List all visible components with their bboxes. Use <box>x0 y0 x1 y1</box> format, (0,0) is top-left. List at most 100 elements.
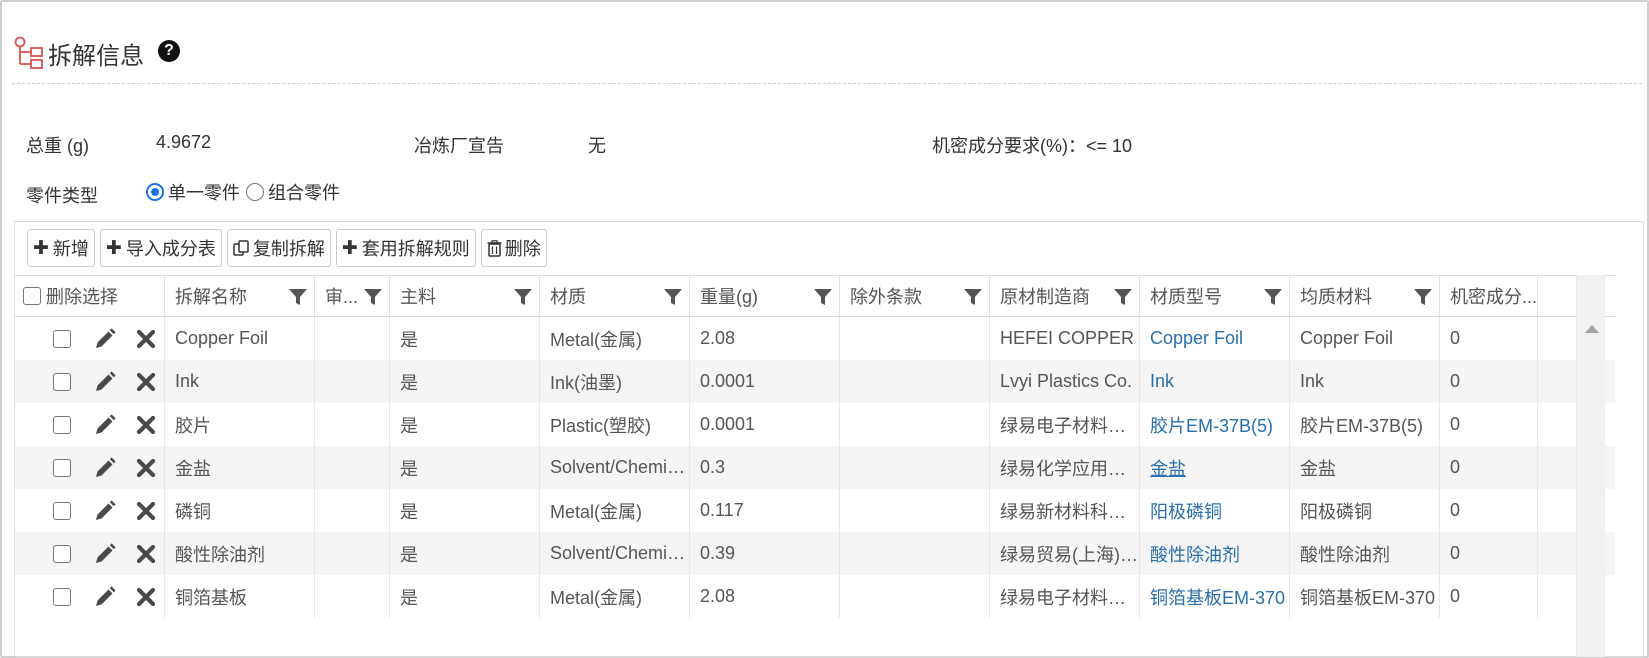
pencil-icon[interactable] <box>93 585 117 609</box>
header-secret[interactable]: 机密成分... <box>1440 276 1538 316</box>
cell-name-text: 铜箔基板 <box>175 587 247 608</box>
row-checkbox[interactable] <box>53 458 71 477</box>
filter-icon[interactable] <box>513 287 533 307</box>
cell-maker: 绿易电子材料有限公司 <box>990 403 1140 446</box>
cell-model-text[interactable]: Ink <box>1150 371 1174 392</box>
cell-main-material: 是 <box>390 360 540 403</box>
delete-button[interactable]: 删除 <box>480 229 547 267</box>
cell-model-text[interactable]: Copper Foil <box>1150 328 1243 349</box>
copy-disassembly-button[interactable]: 复制拆解 <box>226 229 331 267</box>
header-homogeneous[interactable]: 均质材料 <box>1290 276 1440 316</box>
copy-icon <box>233 239 249 256</box>
cell-model-text[interactable]: 铜箔基板EM-370 <box>1150 584 1285 610</box>
cell-weight-text: 0.0001 <box>700 414 756 434</box>
filter-icon[interactable] <box>663 287 683 307</box>
cell-name-text: 金盐 <box>175 458 211 479</box>
row-checkbox[interactable] <box>53 329 71 348</box>
cell-exclusion <box>840 532 990 575</box>
header-review[interactable]: 审... <box>315 276 390 316</box>
total-weight-value: 4.9672 <box>156 132 212 152</box>
cell-model-text[interactable]: 酸性除油剂 <box>1150 541 1240 567</box>
pencil-icon[interactable] <box>93 456 117 480</box>
table-row: 酸性除油剂是Solvent/Chemical0.39绿易贸易(上海)有限公司酸性… <box>15 532 1615 575</box>
cell-material-text: Solvent/Chemical <box>550 457 689 477</box>
cell-actions <box>15 489 165 532</box>
cell-homogeneous-text: 铜箔基板EM-370 <box>1300 587 1436 608</box>
close-icon[interactable] <box>135 543 157 565</box>
vertical-scrollbar[interactable] <box>1576 275 1605 657</box>
cell-model[interactable]: Ink <box>1140 360 1290 403</box>
cell-secret-text: 0 <box>1450 328 1461 348</box>
pencil-icon[interactable] <box>93 499 117 523</box>
cell-secret: 0 <box>1440 489 1538 532</box>
help-icon[interactable]: ? <box>158 40 180 62</box>
add-button[interactable]: ✚ 新增 <box>27 229 95 267</box>
close-icon[interactable] <box>135 457 157 479</box>
cell-secret: 0 <box>1440 446 1538 489</box>
header-material[interactable]: 材质 <box>540 276 690 316</box>
cell-model[interactable]: 胶片EM-37B(5) <box>1140 403 1290 446</box>
cell-model-text[interactable]: 金盐 <box>1150 455 1186 481</box>
close-icon[interactable] <box>135 414 157 436</box>
table-row: Ink 是 Ink(油墨) 0.0001 Lvyi Plastics Co. Ink Ink… <box>15 360 1615 403</box>
import-composition-button[interactable]: ✚ 导入成分表 <box>99 229 222 267</box>
cell-exclusion <box>840 489 990 532</box>
cell-homogeneous: 胶片EM-37B(5) <box>1290 403 1440 446</box>
header-label: 材质 <box>550 287 586 307</box>
cell-secret: 0 <box>1440 317 1538 360</box>
pencil-icon[interactable] <box>93 327 117 351</box>
header-maker[interactable]: 原材制造商 <box>990 276 1140 316</box>
header-weight[interactable]: 重量(g) <box>690 276 840 316</box>
part-type-radio-group: 单一零件 组合零件 <box>146 178 346 206</box>
apply-rule-button[interactable]: ✚ 套用拆解规则 <box>335 229 476 267</box>
cell-weight: 0.39 <box>690 532 840 575</box>
row-checkbox[interactable] <box>53 544 71 563</box>
header-exclusion[interactable]: 除外条款 <box>840 276 990 316</box>
cell-weight: 0.0001 <box>690 403 840 446</box>
cell-material-text: Metal(金属) <box>550 587 643 608</box>
close-icon[interactable] <box>135 371 157 393</box>
row-checkbox[interactable] <box>53 587 71 606</box>
radio-combined-part[interactable] <box>246 183 264 201</box>
row-checkbox[interactable] <box>53 501 71 520</box>
cell-name: 磷铜 <box>165 489 315 532</box>
filter-icon[interactable] <box>1113 287 1133 307</box>
pencil-icon[interactable] <box>93 542 117 566</box>
filter-icon[interactable] <box>813 287 833 307</box>
close-icon[interactable] <box>135 328 157 350</box>
close-icon[interactable] <box>135 586 157 608</box>
row-checkbox[interactable] <box>53 372 71 391</box>
cell-model-text[interactable]: 胶片EM-37B(5) <box>1150 412 1273 438</box>
cell-exclusion <box>840 575 990 618</box>
pencil-icon[interactable] <box>93 413 117 437</box>
cell-model[interactable]: 金盐 <box>1140 446 1290 489</box>
cell-model-text[interactable]: 阳极磷铜 <box>1150 498 1222 524</box>
radio-single-part[interactable] <box>146 183 164 201</box>
cell-weight: 2.08 <box>690 317 840 360</box>
header-label: 删除选择 <box>46 287 118 307</box>
filter-icon[interactable] <box>363 287 383 307</box>
cell-main-material: 是 <box>390 489 540 532</box>
cell-model[interactable]: 阳极磷铜 <box>1140 489 1290 532</box>
filter-icon[interactable] <box>963 287 983 307</box>
cell-secret-text: 0 <box>1450 500 1461 520</box>
row-checkbox[interactable] <box>53 415 71 434</box>
pencil-icon[interactable] <box>93 370 117 394</box>
select-all-checkbox[interactable] <box>23 287 41 305</box>
cell-name: Copper Foil <box>165 317 315 360</box>
filter-icon[interactable] <box>288 287 308 307</box>
filter-icon[interactable] <box>1413 287 1433 307</box>
filter-icon[interactable] <box>1263 287 1283 307</box>
cell-model[interactable]: Copper Foil <box>1140 317 1290 360</box>
header-name[interactable]: 拆解名称 <box>165 276 315 316</box>
cell-main-material-text: 是 <box>400 372 418 393</box>
cell-model[interactable]: 铜箔基板EM-370 <box>1140 575 1290 618</box>
cell-homogeneous: 铜箔基板EM-370 <box>1290 575 1440 618</box>
header-main-material[interactable]: 主料 <box>390 276 540 316</box>
scroll-up-icon[interactable] <box>1585 325 1599 333</box>
header-model[interactable]: 材质型号 <box>1140 276 1290 316</box>
cell-model[interactable]: 酸性除油剂 <box>1140 532 1290 575</box>
close-icon[interactable] <box>135 500 157 522</box>
cell-homogeneous-text: 胶片EM-37B(5) <box>1300 415 1424 436</box>
table-row: 胶片是Plastic(塑胶)0.0001绿易电子材料有限公司胶片EM-37B(5… <box>15 403 1615 446</box>
